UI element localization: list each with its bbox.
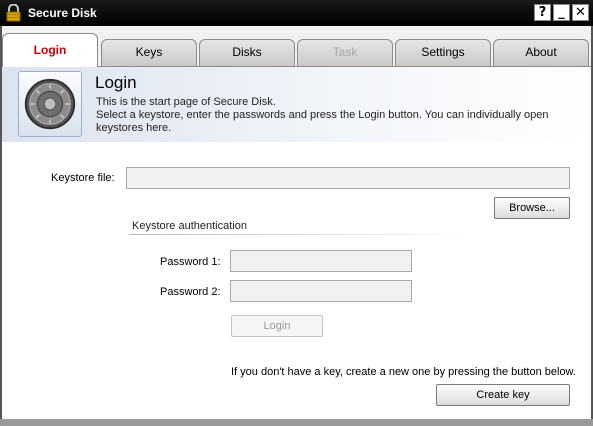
window-title: Secure Disk	[28, 6, 97, 20]
page-header: Login This is the start page of Secure D…	[2, 67, 591, 142]
keystore-file-label: Keystore file:	[51, 172, 115, 184]
auth-group-title: Keystore authentication	[132, 220, 247, 232]
keystore-file-field[interactable]	[126, 167, 570, 189]
create-key-hint: If you don't have a key, create a new on…	[231, 366, 576, 378]
help-button[interactable]: ?	[534, 4, 551, 21]
lock-icon	[6, 4, 21, 22]
tab-task: Task	[297, 39, 393, 66]
browse-button[interactable]: Browse...	[494, 197, 570, 219]
password2-label: Password 2:	[160, 286, 221, 298]
window-bottom-border	[0, 419, 593, 426]
tab-bar: Login Keys Disks Task Settings About	[2, 33, 591, 67]
auth-group-divider	[129, 234, 479, 235]
minimize-button[interactable]: _	[553, 4, 570, 21]
close-button[interactable]: ✕	[572, 4, 589, 21]
password1-label: Password 1:	[160, 256, 221, 268]
login-button[interactable]: Login	[231, 315, 323, 337]
title-bar: Secure Disk ? _ ✕	[0, 0, 593, 26]
tab-settings[interactable]: Settings	[395, 39, 491, 66]
page-description: This is the start page of Secure Disk. S…	[96, 96, 549, 134]
tab-login[interactable]: Login	[2, 33, 98, 67]
login-page: Login This is the start page of Secure D…	[2, 66, 591, 419]
password1-field[interactable]	[230, 250, 412, 272]
create-key-button[interactable]: Create key	[436, 384, 570, 406]
tab-about[interactable]: About	[493, 39, 589, 66]
header-logo	[18, 71, 82, 137]
tab-disks[interactable]: Disks	[199, 39, 295, 66]
password2-field[interactable]	[230, 280, 412, 302]
tab-keys[interactable]: Keys	[101, 39, 197, 66]
safe-dial-icon	[24, 78, 76, 130]
page-title: Login	[95, 73, 137, 92]
